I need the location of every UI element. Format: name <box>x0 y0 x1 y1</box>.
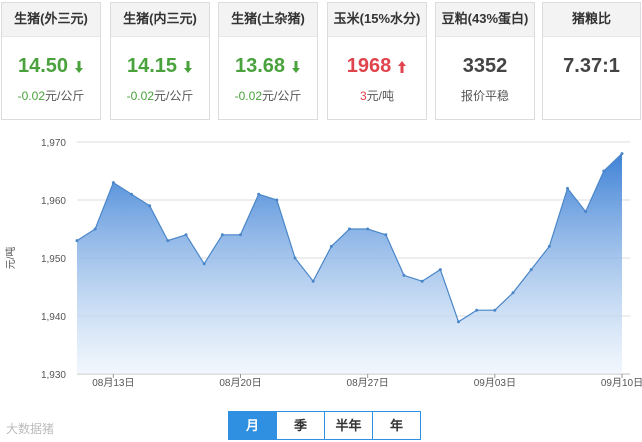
data-point[interactable] <box>275 198 279 202</box>
arrow-down-icon <box>291 57 301 80</box>
card-change: -0.02元/公斤 <box>17 89 85 103</box>
x-tick-label: 08月20日 <box>219 377 261 389</box>
card-pig-local[interactable]: 生猪(土杂猪) 13.68 -0.02元/公斤 <box>218 2 318 120</box>
range-tabs: 月 季 半年 年 <box>228 411 421 440</box>
data-point[interactable] <box>311 279 315 283</box>
tab-year[interactable]: 年 <box>373 412 420 439</box>
data-point[interactable] <box>402 273 406 277</box>
card-pig-outer[interactable]: 生猪(外三元) 14.50 -0.02元/公斤 <box>1 2 101 120</box>
y-tick-label: 1,970 <box>41 138 66 149</box>
card-price: 14.50 <box>2 55 100 81</box>
data-point[interactable] <box>166 239 170 243</box>
data-point[interactable] <box>293 256 297 260</box>
x-tick-label: 08月27日 <box>347 377 389 389</box>
card-change: -0.02元/公斤 <box>126 89 194 103</box>
data-point[interactable] <box>220 233 224 237</box>
data-point[interactable] <box>475 308 479 312</box>
y-tick-label: 1,960 <box>41 196 66 207</box>
data-point[interactable] <box>348 227 351 231</box>
data-point[interactable] <box>511 291 515 295</box>
data-point[interactable] <box>602 169 606 173</box>
card-status: 报价平稳 <box>460 89 509 103</box>
data-point[interactable] <box>384 233 388 237</box>
data-point[interactable] <box>329 244 333 248</box>
card-change: -0.02元/公斤 <box>234 89 302 103</box>
card-title: 生猪(外三元) <box>2 3 100 37</box>
x-tick-label: 08月13日 <box>92 377 134 389</box>
data-point[interactable] <box>75 239 79 243</box>
y-tick-label: 1,950 <box>41 254 66 265</box>
arrow-up-icon <box>397 57 407 80</box>
data-point[interactable] <box>438 268 442 272</box>
data-point[interactable] <box>620 152 624 156</box>
tab-quarter[interactable]: 季 <box>277 412 325 439</box>
card-title: 生猪(土杂猪) <box>219 3 317 37</box>
data-point[interactable] <box>130 192 133 196</box>
arrow-down-icon <box>183 57 193 80</box>
data-point[interactable] <box>566 186 569 190</box>
arrow-down-icon <box>74 57 84 80</box>
x-tick-label: 09月03日 <box>474 377 516 389</box>
data-point[interactable] <box>148 204 152 208</box>
card-price: 13.68 <box>219 55 317 81</box>
card-price: 1968 <box>328 55 426 81</box>
price-chart: 1,930 1,940 1,950 1,960 1,970 08月13日 08月20日 08… <box>0 128 642 390</box>
card-price: 3352 <box>462 55 508 77</box>
card-pig-inner[interactable]: 生猪(内三元) 14.15 -0.02元/公斤 <box>110 2 210 120</box>
tab-half-year[interactable]: 半年 <box>325 412 373 439</box>
data-point[interactable] <box>420 279 424 283</box>
card-soymeal[interactable]: 豆粕(43%蛋白) 3352 报价平稳 <box>435 2 535 120</box>
watermark: 大数据猪 <box>6 422 55 436</box>
data-point[interactable] <box>584 210 588 214</box>
data-point[interactable] <box>111 181 115 185</box>
card-title: 猪粮比 <box>543 3 640 37</box>
data-point[interactable] <box>366 227 370 231</box>
y-tick-label: 1,930 <box>41 370 66 381</box>
card-title: 豆粕(43%蛋白) <box>436 3 534 37</box>
area-fill <box>77 153 622 374</box>
data-point[interactable] <box>202 262 206 266</box>
data-point[interactable] <box>493 308 497 312</box>
card-change: 3元/吨 <box>359 89 395 103</box>
x-tick-label: 09月10日 <box>601 377 642 389</box>
data-point[interactable] <box>547 244 551 248</box>
card-title: 生猪(内三元) <box>111 3 209 37</box>
card-pig-grain-ratio[interactable]: 猪粮比 7.37:1 <box>542 2 641 120</box>
data-point[interactable] <box>239 233 242 237</box>
tab-month[interactable]: 月 <box>229 412 277 439</box>
card-price: 7.37:1 <box>563 55 620 77</box>
data-point[interactable] <box>529 268 533 272</box>
card-title: 玉米(15%水分) <box>328 3 426 37</box>
data-point[interactable] <box>457 320 460 324</box>
card-price: 14.15 <box>111 55 209 81</box>
y-tick-label: 1,940 <box>41 312 66 323</box>
data-point[interactable] <box>257 192 261 196</box>
card-corn[interactable]: 玉米(15%水分) 1968 3元/吨 <box>327 2 427 120</box>
data-point[interactable] <box>184 233 188 237</box>
data-point[interactable] <box>93 227 97 231</box>
chart-svg: 1,930 1,940 1,950 1,960 1,970 08月13日 08月20日 08… <box>4 138 642 389</box>
y-axis-label: 元/吨 <box>4 247 17 270</box>
price-cards: 生猪(外三元) 14.50 -0.02元/公斤 生猪(内三元) 14.15 -0… <box>0 0 642 120</box>
